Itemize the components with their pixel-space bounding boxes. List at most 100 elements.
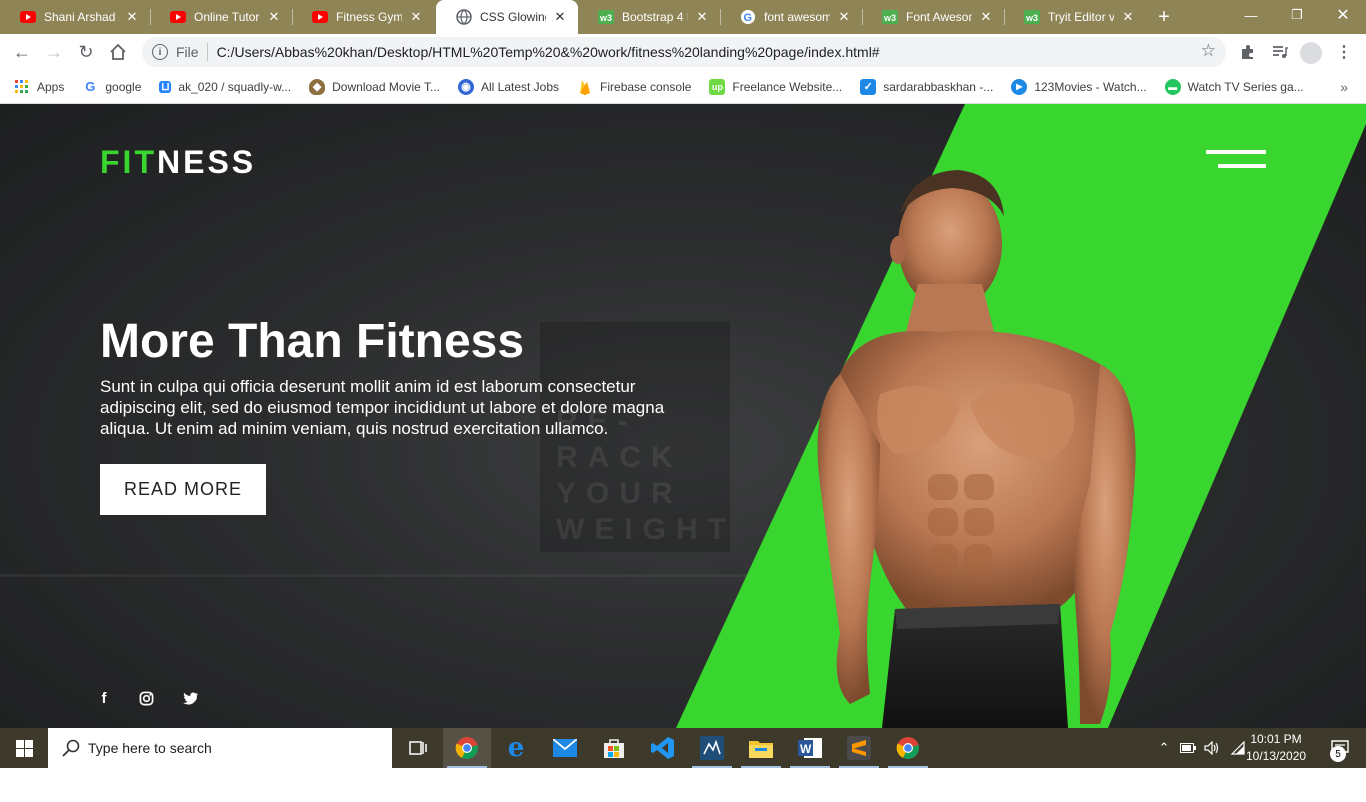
wifi-icon[interactable] (1228, 738, 1248, 758)
clock-date: 10/13/2020 (1246, 749, 1307, 763)
browser-toolbar: ← → ↻ i File C:/Users/Abbas%20khan/Deskt… (0, 34, 1366, 70)
bookmark-download-movie[interactable]: ◆ Download Movie T... (309, 78, 440, 95)
taskbar-chrome[interactable] (443, 728, 491, 768)
taskbar-store[interactable] (590, 728, 638, 768)
start-button[interactable] (0, 728, 48, 768)
bookmark-label: All Latest Jobs (480, 79, 560, 94)
new-tab-button[interactable]: + (1152, 5, 1176, 29)
svg-text:w3: w3 (1025, 13, 1038, 23)
taskbar-edge[interactable]: e (492, 728, 540, 768)
info-icon[interactable]: i (152, 44, 168, 60)
tab-6[interactable]: w3 Font Awesome ✕ (862, 0, 1004, 34)
close-icon[interactable]: ✕ (266, 9, 282, 25)
close-icon[interactable]: ✕ (1120, 9, 1136, 25)
tab-title: Fitness Gym W (336, 10, 402, 24)
tab-title: Online Tutorial (194, 10, 260, 24)
w3schools-icon: w3 (882, 9, 898, 25)
task-view-button[interactable] (394, 728, 442, 768)
task-view-icon (409, 741, 427, 755)
taskbar-chrome-second[interactable] (884, 728, 932, 768)
bookmark-bitbucket[interactable]: ⊔ ak_020 / squadly-w... (159, 80, 291, 94)
bookmark-tv-series[interactable]: ▬ Watch TV Series ga... (1164, 78, 1304, 95)
menu-button[interactable]: ⋮ (1332, 40, 1356, 64)
restore-button[interactable]: ❐ (1274, 0, 1320, 30)
close-icon[interactable]: ✕ (408, 9, 424, 25)
facebook-icon[interactable]: f (94, 688, 114, 708)
bookmark-label: sardarabbaskhan -... (883, 79, 994, 94)
extensions-button[interactable] (1236, 40, 1260, 64)
address-bar[interactable]: i File C:/Users/Abbas%20khan/Desktop/HTM… (142, 37, 1226, 67)
youtube-icon (170, 9, 186, 25)
athlete-image (817, 170, 1136, 728)
read-more-button[interactable]: READ MORE (100, 464, 266, 515)
playlist-icon (1273, 46, 1288, 58)
back-button[interactable]: ← (8, 38, 36, 66)
close-icon[interactable]: ✕ (552, 9, 568, 25)
bookmark-label: Apps (37, 79, 65, 94)
svg-text:W: W (800, 742, 812, 756)
mysql-workbench-icon (700, 736, 724, 760)
taskbar-vscode[interactable] (639, 728, 687, 768)
bookmark-label: Download Movie T... (332, 79, 440, 94)
bookmark-label: Firebase console (600, 79, 692, 94)
tab-3-active[interactable]: CSS Glowing C ✕ (436, 0, 578, 34)
bookmark-apps[interactable]: Apps (14, 79, 64, 95)
close-window-button[interactable]: ✕ (1320, 0, 1366, 30)
bookmark-fiverr[interactable]: ✓ sardarabbaskhan -... (860, 78, 994, 95)
close-icon[interactable]: ✕ (694, 9, 710, 25)
bookmark-upwork[interactable]: up Freelance Website... (709, 78, 842, 95)
taskbar-mysql-workbench[interactable] (688, 728, 736, 768)
taskbar-sublime-text[interactable] (835, 728, 883, 768)
minimize-button[interactable]: — (1228, 0, 1274, 30)
instagram-icon[interactable] (136, 688, 156, 708)
word-icon: W (798, 738, 822, 758)
site-logo[interactable]: FITNESS (100, 144, 256, 181)
tab-5[interactable]: G font awesome ✕ (720, 0, 862, 34)
tab-0[interactable]: Shani Arshad & ✕ (0, 0, 150, 34)
upwork-icon: up (709, 78, 726, 95)
taskbar-file-explorer[interactable] (737, 728, 785, 768)
twitter-icon[interactable] (180, 688, 200, 708)
hamburger-menu-icon[interactable] (1206, 150, 1266, 170)
chevron-up-icon[interactable]: ⌃ (1154, 738, 1174, 758)
tab-title: Bootstrap 4 Ic (622, 10, 688, 24)
tab-1[interactable]: Online Tutorial ✕ (150, 0, 292, 34)
arrow-left-icon: ← (13, 41, 31, 62)
profile-avatar[interactable] (1300, 42, 1322, 64)
close-icon[interactable]: ✕ (124, 9, 140, 25)
url-scheme: File (176, 44, 199, 60)
search-icon (62, 739, 80, 757)
reload-button[interactable]: ↻ (72, 38, 100, 66)
bookmark-star-icon[interactable]: ☆ (1201, 41, 1216, 61)
bookmark-jobs[interactable]: ◉ All Latest Jobs (457, 78, 560, 95)
more-bookmarks-icon[interactable]: » (1340, 79, 1348, 95)
home-button[interactable] (104, 38, 132, 66)
bookmark-label: 123Movies - Watch... (1034, 79, 1147, 94)
tab-7[interactable]: w3 Tryit Editor v3. ✕ (1004, 0, 1146, 34)
bookmark-firebase[interactable]: Firebase console (577, 79, 691, 95)
tab-2[interactable]: Fitness Gym W ✕ (292, 0, 434, 34)
arrow-right-icon: → (45, 41, 63, 62)
taskbar-word[interactable]: W (786, 728, 834, 768)
volume-icon[interactable] (1202, 738, 1222, 758)
tab-4[interactable]: w3 Bootstrap 4 Ic ✕ (578, 0, 720, 34)
taskbar-mail[interactable] (541, 728, 589, 768)
screen-bottom-strip (0, 768, 1366, 802)
kebab-menu-icon: ⋮ (1336, 44, 1352, 61)
reload-icon: ↻ (78, 41, 94, 62)
tab-title: font awesome (764, 10, 830, 24)
system-clock[interactable]: 10:01 PM 10/13/2020 (1246, 731, 1306, 765)
youtube-icon (20, 9, 36, 25)
google-icon: G (740, 9, 756, 25)
battery-icon[interactable] (1178, 738, 1198, 758)
shield-logo-icon: ◆ (309, 78, 326, 95)
forward-button[interactable]: → (40, 38, 68, 66)
close-icon[interactable]: ✕ (978, 9, 994, 25)
media-button[interactable] (1268, 40, 1292, 64)
taskbar-search-input[interactable]: Type here to search (48, 728, 392, 768)
bookmark-google[interactable]: G google (82, 79, 141, 95)
tab-title: Font Awesome (906, 10, 972, 24)
close-icon[interactable]: ✕ (836, 9, 852, 25)
bookmark-123movies[interactable]: ▶ 123Movies - Watch... (1011, 78, 1147, 95)
tab-strip: Shani Arshad & ✕ Online Tutorial ✕ Fitne… (0, 0, 1366, 34)
